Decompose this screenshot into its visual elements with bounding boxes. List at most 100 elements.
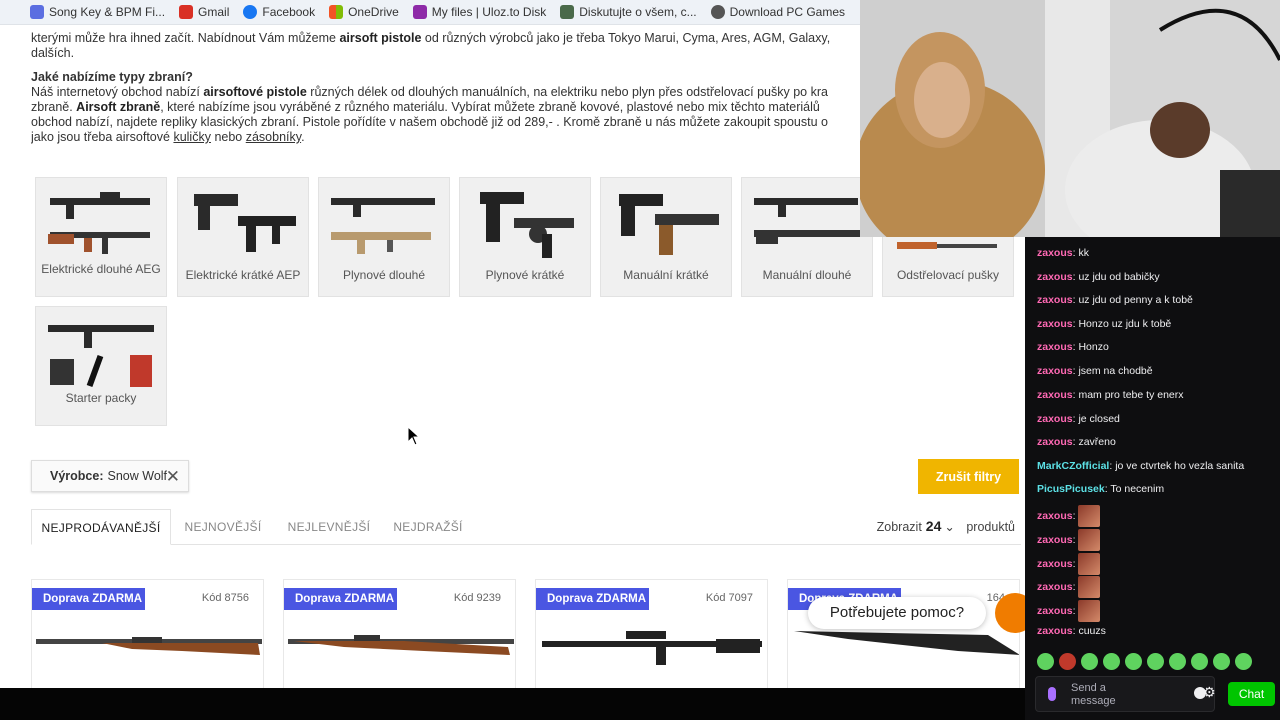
chat-username[interactable]: zaxous bbox=[1037, 413, 1073, 425]
help-chat-bubble[interactable]: Potřebujete pomoc? bbox=[808, 597, 986, 629]
emote-icon[interactable] bbox=[1059, 653, 1076, 670]
category-manualni-kratke[interactable]: Manuální krátké bbox=[600, 177, 732, 297]
chat-username[interactable]: PicusPicusek bbox=[1037, 483, 1105, 495]
emote-icon[interactable] bbox=[1235, 653, 1252, 670]
gear-icon[interactable]: ⚙ bbox=[1203, 684, 1216, 701]
emote-icon[interactable] bbox=[1213, 653, 1230, 670]
bookmark-song-key[interactable]: Song Key & BPM Fi... bbox=[30, 5, 165, 19]
chat-message-text: zavřeno bbox=[1078, 436, 1116, 448]
chat-message: zaxous: uz jdu od babičky bbox=[1037, 271, 1160, 283]
manual-pistol-image bbox=[619, 194, 719, 255]
chat-message: zaxous: bbox=[1037, 553, 1101, 575]
chat-message-text: Honzo bbox=[1078, 341, 1109, 353]
chat-message: zaxous: Honzo bbox=[1037, 341, 1109, 353]
tab-nejlevnejsi[interactable]: NEJLEVNĚJŠÍ bbox=[281, 509, 377, 545]
category-manualni-dlouhe[interactable]: Manuální dlouhé bbox=[741, 177, 873, 297]
emote-icon[interactable] bbox=[1081, 653, 1098, 670]
per-page-selector[interactable]: Zobrazit 24 ⌄ produktů bbox=[877, 518, 1015, 534]
chat-message-text: mam pro tebe ty enerx bbox=[1078, 389, 1184, 401]
chat-message-text: jo ve ctvrtek ho vezla sanita bbox=[1115, 460, 1245, 472]
intro-text: kterými může hra ihned začít. Nabídnout … bbox=[31, 31, 871, 145]
close-icon[interactable]: ✕ bbox=[166, 467, 180, 487]
chat-username[interactable]: zaxous bbox=[1037, 247, 1073, 259]
category-starter-packy[interactable]: Starter packy bbox=[35, 306, 167, 426]
emote-icon[interactable] bbox=[1103, 653, 1120, 670]
bookmark-uloz[interactable]: My files | Uloz.to Disk bbox=[412, 5, 546, 19]
facebook-icon bbox=[243, 5, 258, 19]
chat-username[interactable]: zaxous bbox=[1037, 534, 1073, 546]
globe-icon bbox=[710, 5, 725, 19]
chat-message: zaxous: uz jdu od penny a k tobě bbox=[1037, 294, 1193, 306]
chat-message-text: kk bbox=[1078, 247, 1089, 259]
chat-message-text: jsem na chodbě bbox=[1078, 365, 1153, 377]
emote-icon[interactable] bbox=[1191, 653, 1208, 670]
tab-nejdrazsi[interactable]: NEJDRAŽŠÍ bbox=[389, 509, 467, 545]
chat-message: PicusPicusek: To necenim bbox=[1037, 483, 1165, 495]
link-kulicky[interactable]: kuličky bbox=[173, 130, 211, 144]
chat-username[interactable]: MarkCZofficial bbox=[1037, 460, 1109, 472]
category-plynove-kratke[interactable]: Plynové krátké bbox=[459, 177, 591, 297]
bookmark-facebook[interactable]: Facebook bbox=[243, 5, 315, 19]
bookmark-diskutujte[interactable]: Diskutujte o všem, c... bbox=[560, 5, 697, 19]
category-plynove-dlouhe[interactable]: Plynové dlouhé bbox=[318, 177, 450, 297]
bookmark-download-pc-games[interactable]: Download PC Games bbox=[710, 5, 845, 19]
emote-icon[interactable] bbox=[1037, 653, 1054, 670]
free-shipping-badge: Doprava ZDARMA bbox=[284, 588, 397, 610]
sword-icon bbox=[560, 5, 575, 19]
product-image bbox=[794, 631, 1019, 655]
windows-icon bbox=[329, 5, 344, 19]
chevron-down-icon: ⌄ bbox=[944, 520, 955, 534]
tab-nejprodavanejsi[interactable]: NEJPRODÁVANĚJŠÍ bbox=[31, 509, 171, 545]
tab-nejnovejsi[interactable]: NEJNOVĚJŠÍ bbox=[177, 509, 269, 545]
bookmark-gmail[interactable]: Gmail bbox=[179, 5, 229, 19]
chat-message-text: Honzo uz jdu k tobě bbox=[1078, 318, 1172, 330]
gas-pistol-image bbox=[480, 192, 574, 258]
chat-username[interactable]: zaxous bbox=[1037, 318, 1073, 330]
link-zasobniky[interactable]: zásobníky bbox=[246, 130, 301, 144]
chat-username[interactable]: zaxous bbox=[1037, 510, 1073, 522]
chat-message: zaxous: Honzo uz jdu k tobě bbox=[1037, 318, 1172, 330]
chat-username[interactable]: zaxous bbox=[1037, 625, 1073, 637]
taskbar bbox=[0, 688, 1025, 720]
pistol-smg-image bbox=[194, 194, 296, 252]
chat-username[interactable]: zaxous bbox=[1037, 605, 1073, 617]
product-card[interactable]: Doprava ZDARMA Kód 7097 bbox=[535, 579, 768, 688]
chat-message: MarkCZofficial: jo ve ctvrtek ho vezla s… bbox=[1037, 460, 1245, 472]
chat-message-text: cuuzs bbox=[1078, 625, 1106, 637]
manual-rifle-image bbox=[754, 198, 860, 244]
clear-filters-button[interactable]: Zrušit filtry bbox=[918, 459, 1019, 494]
chat-username[interactable]: zaxous bbox=[1037, 389, 1073, 401]
chat-username[interactable]: zaxous bbox=[1037, 365, 1073, 377]
category-elektricke-dlouhe[interactable]: Elektrické dlouhé AEG bbox=[35, 177, 167, 297]
chat-message: zaxous: kk bbox=[1037, 247, 1089, 259]
chat-username[interactable]: zaxous bbox=[1037, 341, 1073, 353]
chat-message: zaxous: bbox=[1037, 576, 1101, 598]
product-card[interactable]: Doprava ZDARMA Kód 8756 bbox=[31, 579, 264, 688]
chat-username[interactable]: zaxous bbox=[1037, 558, 1073, 570]
microphone-icon[interactable] bbox=[1048, 687, 1056, 701]
emote-icon[interactable] bbox=[1147, 653, 1164, 670]
chat-username[interactable]: zaxous bbox=[1037, 581, 1073, 593]
sort-tabs: NEJPRODÁVANĚJŠÍ NEJNOVĚJŠÍ NEJLEVNĚJŠÍ N… bbox=[31, 509, 1021, 545]
product-card[interactable]: Doprava ZDARMA Kód 9239 bbox=[283, 579, 516, 688]
emote-icon[interactable] bbox=[1169, 653, 1186, 670]
chat-message: zaxous: jsem na chodbě bbox=[1037, 365, 1153, 377]
chat-username[interactable]: zaxous bbox=[1037, 294, 1073, 306]
chat-send-button[interactable]: Chat bbox=[1228, 682, 1275, 706]
category-elektricke-kratke[interactable]: Elektrické krátké AEP bbox=[177, 177, 309, 297]
product-image bbox=[288, 635, 514, 655]
bookmark-onedrive[interactable]: OneDrive bbox=[329, 5, 399, 19]
product-image bbox=[542, 631, 762, 665]
chat-message: zaxous: bbox=[1037, 600, 1101, 622]
product-card[interactable]: Doprava ZDARMA 164 bbox=[787, 579, 1020, 688]
chat-username[interactable]: zaxous bbox=[1037, 436, 1073, 448]
rifle-pair-image bbox=[48, 192, 150, 254]
uloz-icon bbox=[412, 5, 427, 19]
chat-message: zaxous: bbox=[1037, 505, 1101, 527]
chat-message: zaxous: cuuzs bbox=[1037, 625, 1106, 637]
chat-input[interactable]: Send a message bbox=[1035, 676, 1215, 712]
chat-message-text: uz jdu od babičky bbox=[1078, 271, 1160, 283]
webcam-video bbox=[860, 0, 1280, 237]
chat-username[interactable]: zaxous bbox=[1037, 271, 1073, 283]
emote-icon[interactable] bbox=[1125, 653, 1142, 670]
